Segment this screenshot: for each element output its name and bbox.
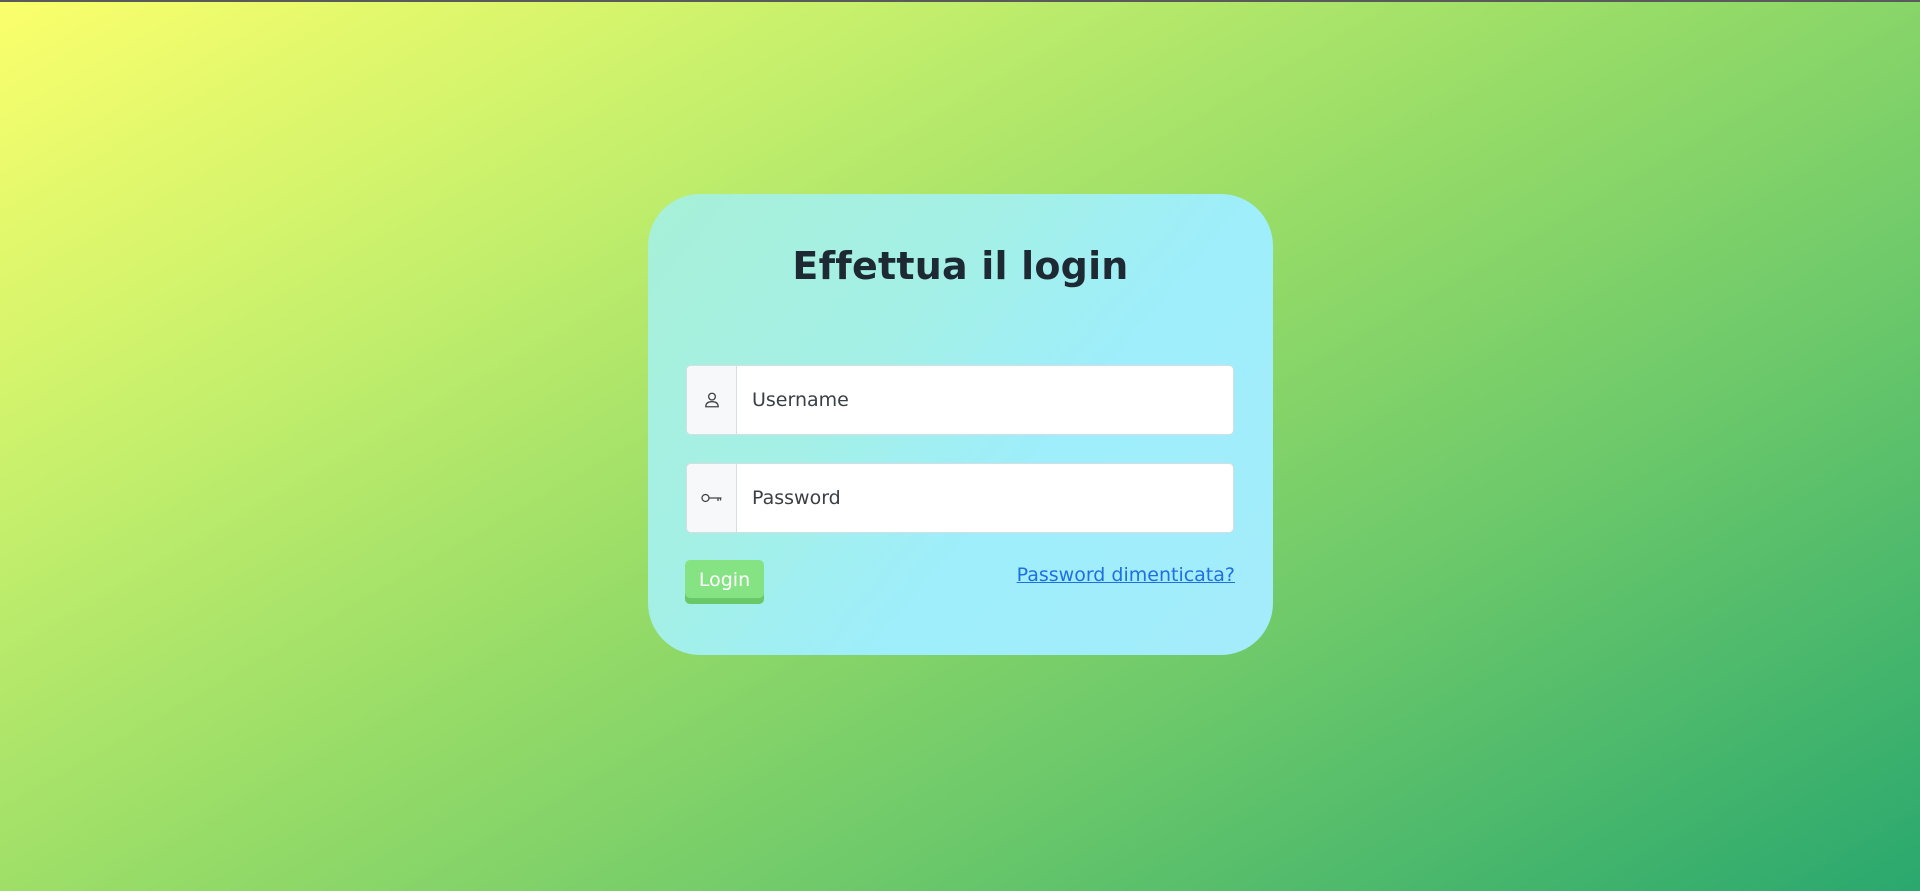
person-icon bbox=[687, 366, 737, 434]
username-input[interactable] bbox=[737, 366, 1233, 434]
page-title: Effettua il login bbox=[792, 244, 1129, 288]
username-field bbox=[686, 365, 1234, 435]
password-input[interactable] bbox=[737, 464, 1233, 532]
top-border bbox=[0, 0, 1920, 2]
forgot-password-link[interactable]: Password dimenticata? bbox=[1017, 564, 1235, 586]
login-button[interactable]: Login bbox=[685, 560, 764, 604]
key-icon bbox=[687, 464, 737, 532]
login-card: Effettua il login Login Password dimenti… bbox=[648, 194, 1273, 655]
password-field bbox=[686, 463, 1234, 533]
